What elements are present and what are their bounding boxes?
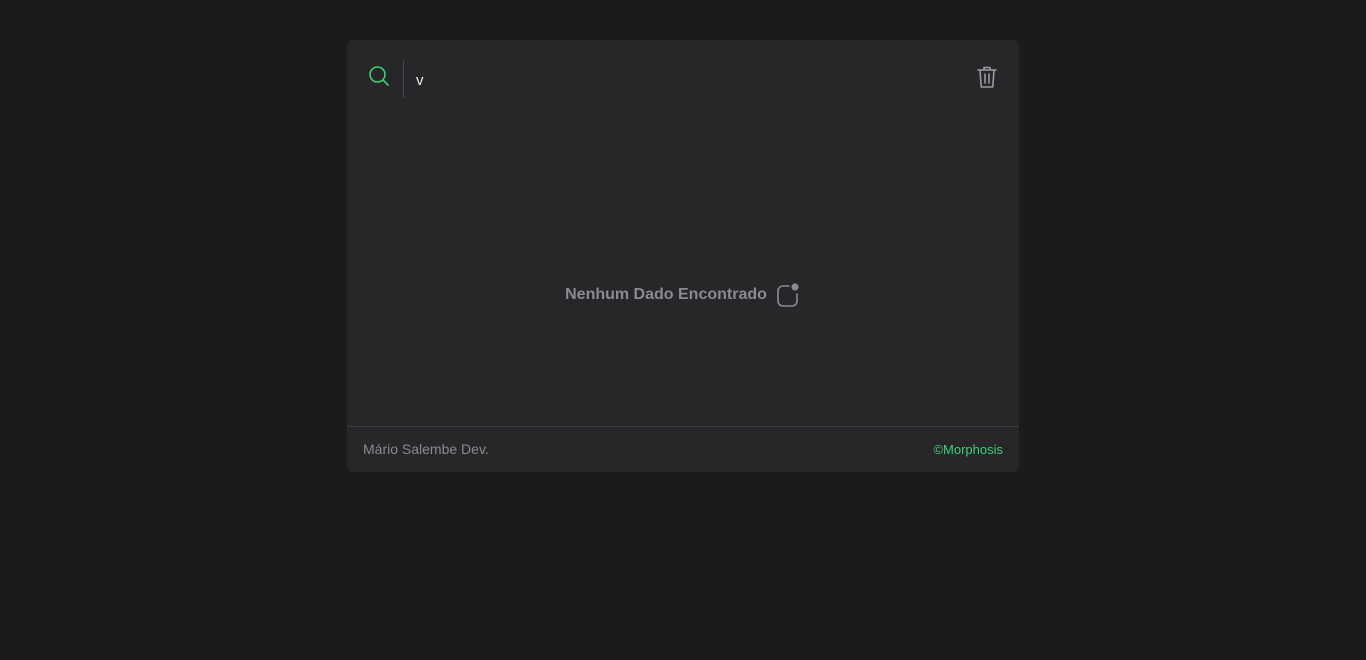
footer-brand-link[interactable]: ©Morphosis [933,442,1003,457]
search-bar [347,40,1019,116]
search-icon [367,64,391,88]
notification-box-icon [775,282,801,308]
empty-state: Nenhum Dado Encontrado [347,280,1019,310]
search-input[interactable] [416,66,956,94]
footer-author: Mário Salembe Dev. [363,441,489,457]
search-panel: Nenhum Dado Encontrado Mário Salembe Dev… [347,40,1019,472]
search-divider [403,60,404,98]
empty-state-message: Nenhum Dado Encontrado [565,286,767,303]
trash-icon[interactable] [975,64,999,90]
footer: Mário Salembe Dev. ©Morphosis [347,426,1019,472]
